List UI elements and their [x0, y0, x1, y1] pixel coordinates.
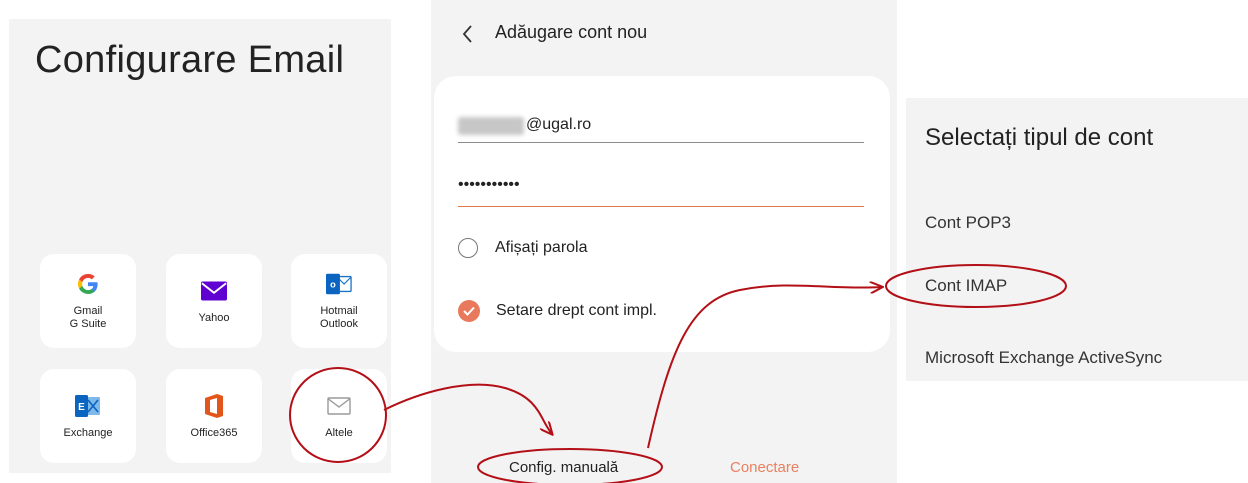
checkmark-icon[interactable]: [458, 300, 480, 322]
show-password-option[interactable]: Afișați parola: [458, 235, 588, 261]
option-pop3[interactable]: Cont POP3: [925, 213, 1011, 233]
yahoo-mail-icon: [201, 278, 227, 304]
page-title: Selectați tipul de cont: [925, 124, 1154, 151]
tile-exchange[interactable]: E Exchange: [40, 369, 136, 463]
redacted-username: [458, 117, 524, 135]
option-exchange-activesync[interactable]: Microsoft Exchange ActiveSync: [925, 348, 1162, 368]
tile-yahoo[interactable]: Yahoo: [166, 254, 262, 348]
email-value: @ugal.ro: [526, 116, 592, 133]
show-password-label: Afișați parola: [495, 239, 588, 256]
outlook-icon: o: [326, 271, 352, 297]
option-imap[interactable]: Cont IMAP: [925, 276, 1007, 296]
tile-label: Altele: [325, 426, 353, 439]
radio-unchecked-icon[interactable]: [458, 238, 478, 258]
account-form-card: @ugal.ro ••••••••••• Afișați parola Seta…: [434, 76, 890, 352]
tile-gmail[interactable]: Gmail G Suite: [40, 254, 136, 348]
email-field[interactable]: @ugal.ro: [458, 112, 864, 143]
header: Adăugare cont nou: [431, 14, 897, 54]
default-account-option[interactable]: Setare drept cont impl.: [458, 298, 657, 324]
back-arrow-icon[interactable]: [459, 22, 477, 46]
password-field[interactable]: •••••••••••: [458, 176, 864, 207]
add-account-panel: Adăugare cont nou @ugal.ro ••••••••••• A…: [431, 0, 897, 483]
tile-outlook[interactable]: o Hotmail Outlook: [291, 254, 387, 348]
tile-label: Exchange: [63, 426, 113, 439]
tile-office365[interactable]: Office365: [166, 369, 262, 463]
connect-button[interactable]: Conectare: [730, 459, 799, 476]
office365-icon: [201, 393, 227, 419]
svg-text:E: E: [78, 402, 85, 413]
footer-actions: Config. manuală Conectare: [431, 455, 897, 483]
screenshot-root: Configurare Email Gmail G Suite Yahoo o …: [0, 0, 1248, 483]
tile-label: Office365: [190, 426, 238, 439]
tile-label: Yahoo: [198, 311, 230, 324]
account-type-panel: Selectați tipul de cont Cont POP3 Cont I…: [906, 98, 1248, 381]
default-account-label: Setare drept cont impl.: [496, 302, 657, 319]
tile-altele[interactable]: Altele: [291, 369, 387, 463]
page-title: Configurare Email: [35, 39, 345, 81]
tile-label: Gmail G Suite: [69, 305, 107, 330]
envelope-icon: [326, 393, 352, 419]
password-value: •••••••••••: [458, 176, 520, 193]
tile-label: Hotmail Outlook: [320, 305, 358, 330]
exchange-icon: E: [75, 393, 101, 419]
page-title: Adăugare cont nou: [495, 22, 648, 42]
configure-email-panel: Configurare Email Gmail G Suite Yahoo o …: [9, 19, 391, 473]
google-icon: [75, 271, 101, 297]
manual-config-button[interactable]: Config. manuală: [509, 459, 618, 476]
svg-text:o: o: [330, 280, 336, 290]
